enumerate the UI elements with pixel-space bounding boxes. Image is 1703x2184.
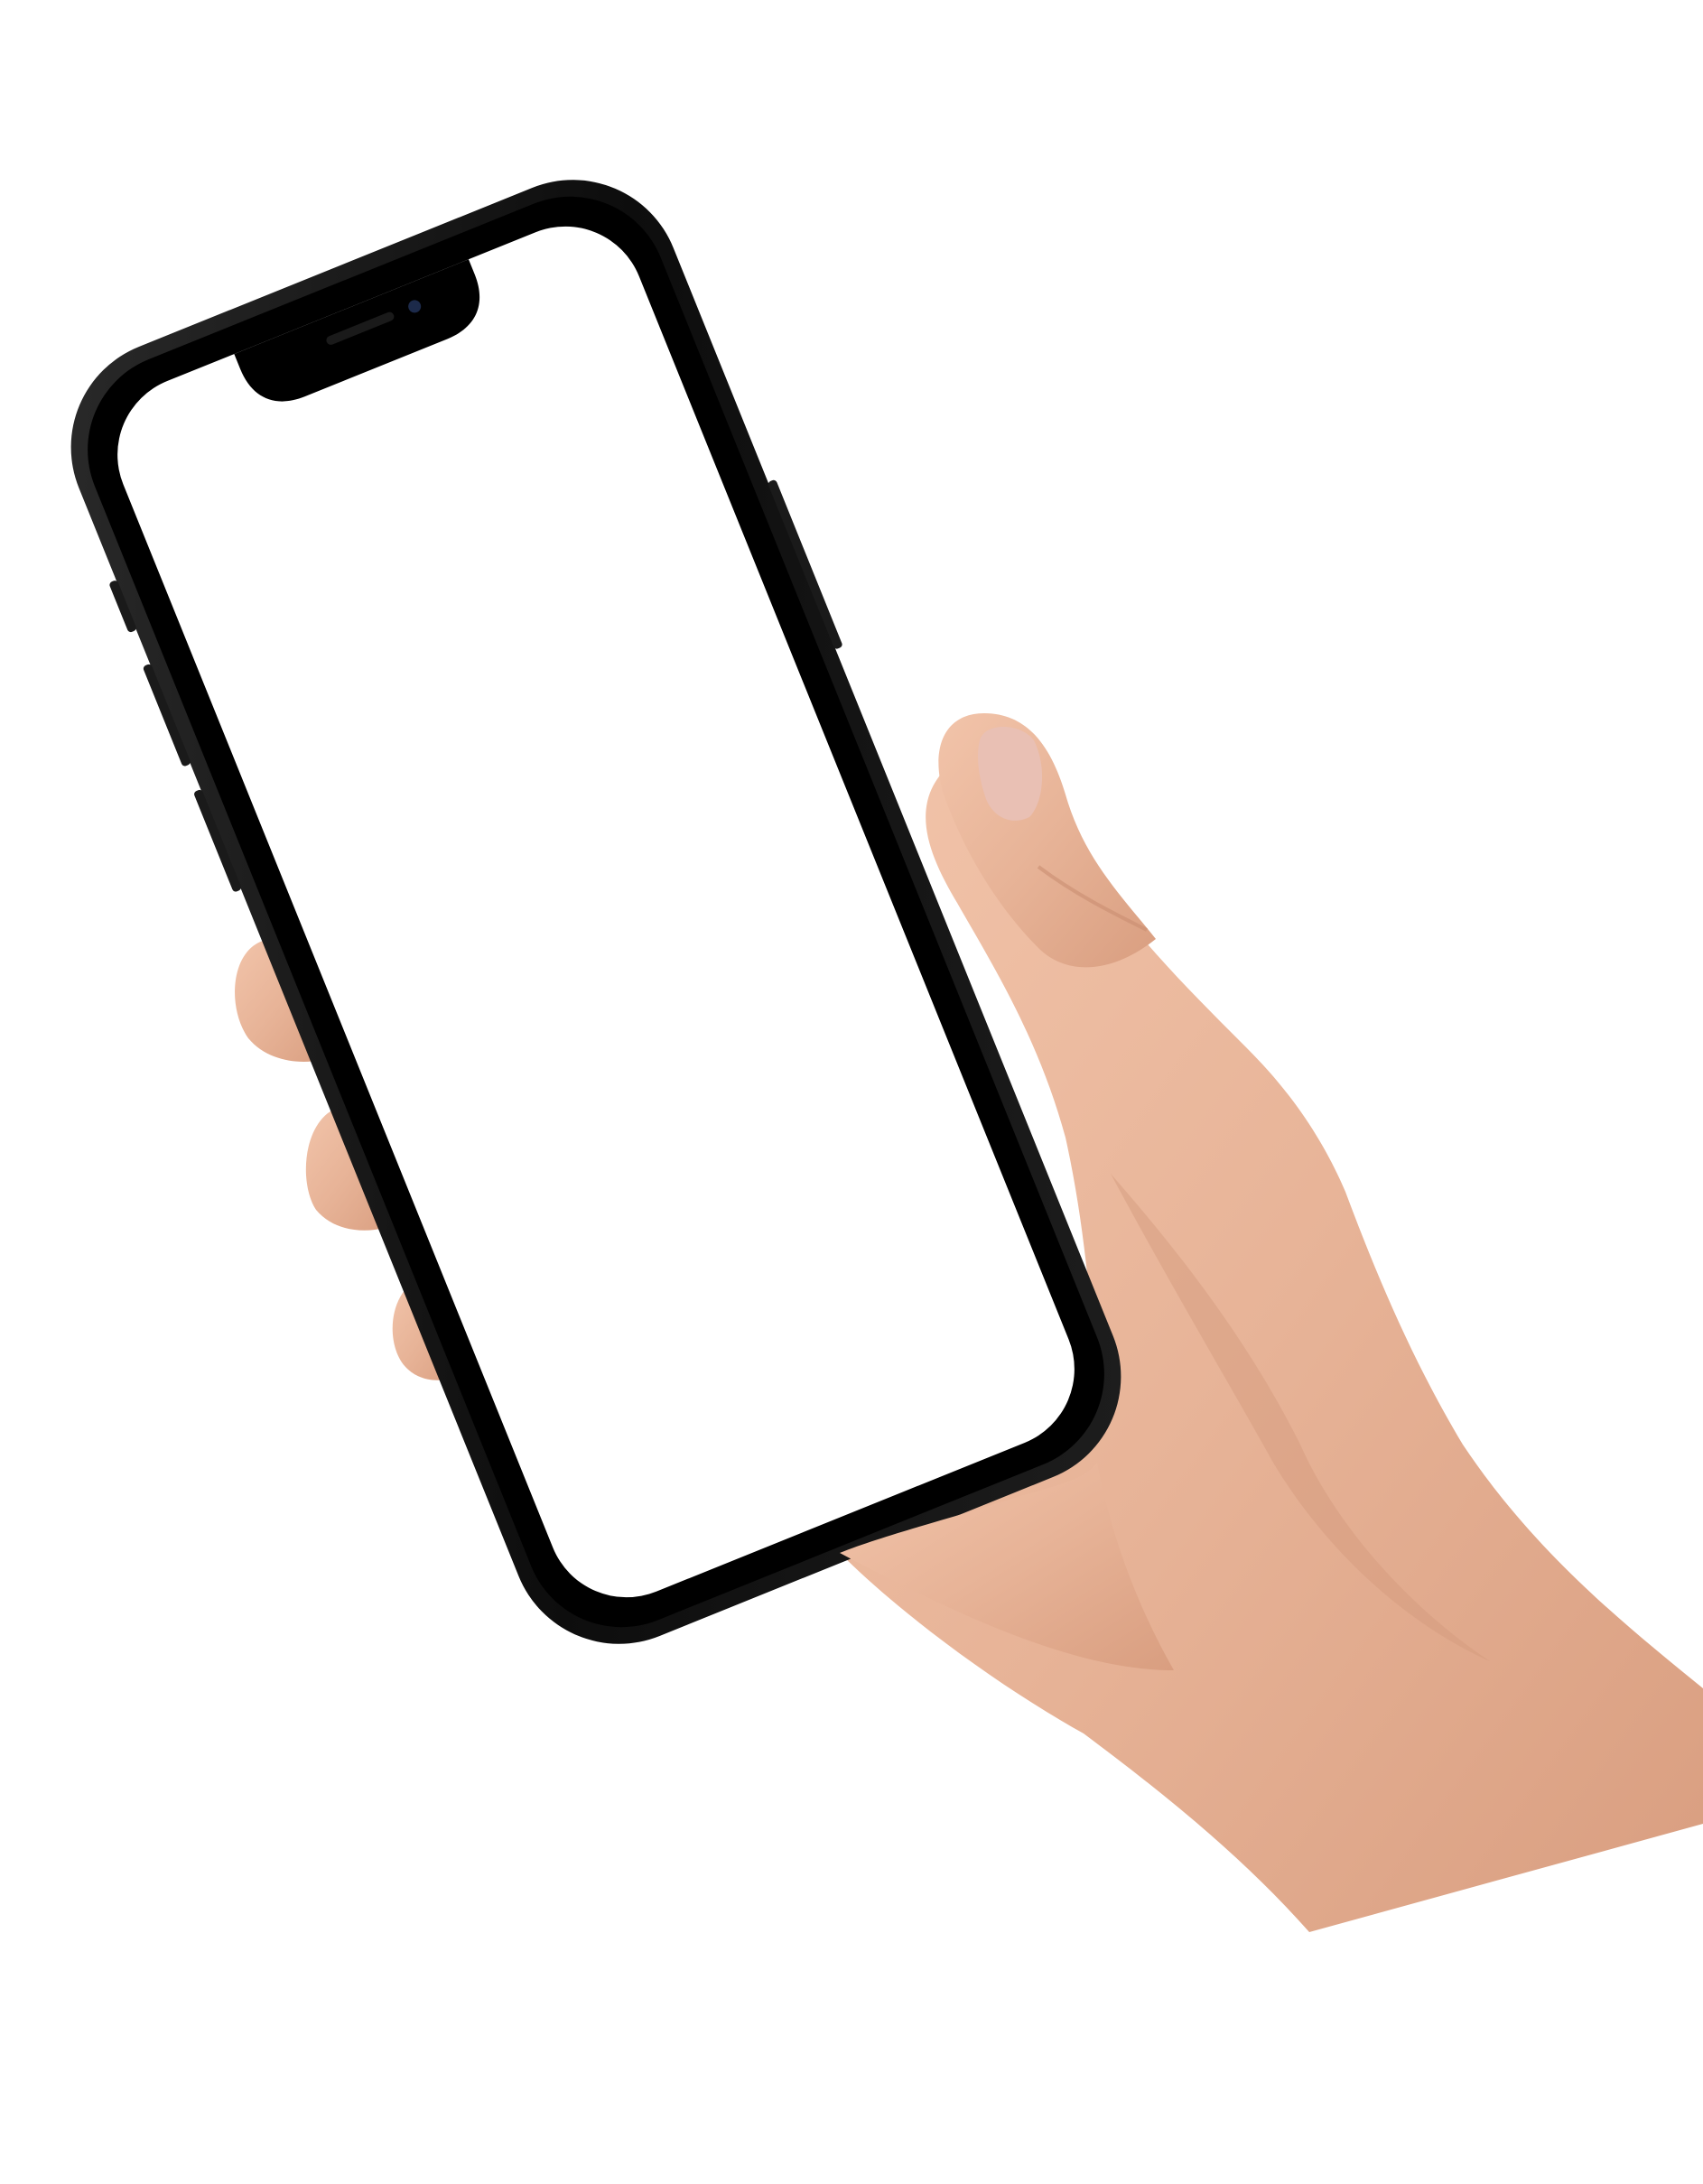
phone-screen <box>117 226 1075 1598</box>
thumb <box>938 713 1156 968</box>
hand-holding-phone-illustration <box>70 180 1703 1932</box>
scene <box>0 0 1703 2179</box>
